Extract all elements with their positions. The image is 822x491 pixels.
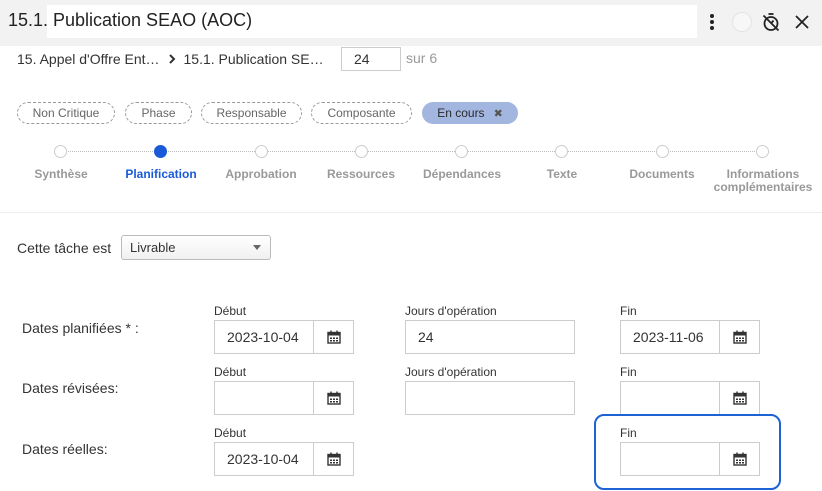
actual-dates-label: Dates réelles: (22, 441, 108, 457)
tab-dependances[interactable]: Dépendances (407, 168, 517, 181)
close-icon[interactable] (791, 11, 813, 33)
timer-off-icon[interactable] (760, 11, 782, 33)
breadcrumb-item-current[interactable]: 15.1. Publication SE… (184, 51, 324, 67)
step-dot-approbation[interactable] (255, 145, 268, 158)
page-number-input[interactable]: 24 (341, 47, 401, 71)
tab-texte[interactable]: Texte (507, 168, 617, 181)
planned-days-field[interactable]: 24 (405, 320, 575, 354)
tab-ressources[interactable]: Ressources (306, 168, 416, 181)
task-title-field[interactable]: Publication SEAO (AOC) (47, 5, 697, 38)
task-title: Publication SEAO (AOC) (53, 10, 253, 30)
chevron-right-icon (168, 54, 176, 64)
step-tabs: Synthèse Planification Approbation Resso… (0, 140, 822, 200)
revised-days-label: Jours d'opération (405, 365, 497, 379)
revised-start-field[interactable] (214, 381, 354, 415)
step-dot-ressources[interactable] (355, 145, 368, 158)
chip-en-cours[interactable]: En cours ✖ (422, 102, 518, 124)
planned-start-field[interactable]: 2023-10-04 (214, 320, 354, 354)
task-number: 15.1. (8, 10, 49, 30)
planned-start-label: Début (214, 304, 247, 318)
calendar-icon[interactable] (719, 321, 759, 353)
chip-non-critique[interactable]: Non Critique (17, 102, 115, 124)
planned-end-label: Fin (620, 304, 637, 318)
tab-approbation[interactable]: Approbation (206, 168, 316, 181)
calendar-icon[interactable] (313, 443, 353, 475)
step-dot-informations[interactable] (756, 145, 769, 158)
step-dot-planification[interactable] (154, 145, 167, 158)
focus-highlight (594, 414, 781, 490)
actual-start-value: 2023-10-04 (227, 451, 299, 467)
step-dot-synthese[interactable] (54, 145, 67, 158)
task-header: 15.1. Publication SEAO (AOC) (0, 0, 822, 46)
more-vertical-icon[interactable] (701, 11, 723, 33)
actual-start-label: Début (214, 426, 247, 440)
step-dot-texte[interactable] (555, 145, 568, 158)
section-divider (0, 212, 822, 213)
planned-days-value: 24 (418, 329, 434, 345)
revised-start-label: Début (214, 365, 247, 379)
breadcrumb: 15. Appel d'Offre Ent… 15.1. Publication… (17, 50, 324, 68)
tab-planification[interactable]: Planification (106, 168, 216, 181)
calendar-icon[interactable] (719, 382, 759, 414)
calendar-icon[interactable] (313, 321, 353, 353)
status-circle-icon[interactable] (731, 11, 753, 33)
chip-composante[interactable]: Composante (311, 102, 412, 124)
revised-dates-label: Dates révisées: (22, 380, 119, 396)
page-total: sur 6 (406, 50, 438, 66)
planned-end-field[interactable]: 2023-11-06 (620, 320, 760, 354)
dropdown-arrow-icon (253, 245, 261, 250)
step-dot-documents[interactable] (656, 145, 669, 158)
chip-phase[interactable]: Phase (125, 102, 192, 124)
breadcrumb-item-parent[interactable]: 15. Appel d'Offre Ent… (17, 51, 160, 67)
chip-responsable[interactable]: Responsable (201, 102, 302, 124)
planned-start-value: 2023-10-04 (227, 329, 299, 345)
actual-start-field[interactable]: 2023-10-04 (214, 442, 354, 476)
task-type-value: Livrable (130, 240, 176, 255)
step-dot-dependances[interactable] (455, 145, 468, 158)
planned-end-value: 2023-11-06 (633, 329, 704, 345)
planned-days-label: Jours d'opération (405, 304, 497, 318)
planned-dates-label: Dates planifiées * : (22, 320, 139, 336)
tab-documents[interactable]: Documents (607, 168, 717, 181)
task-type-select[interactable]: Livrable (121, 235, 271, 260)
tab-synthese[interactable]: Synthèse (6, 168, 116, 181)
calendar-icon[interactable] (313, 382, 353, 414)
tab-informations-complementaires[interactable]: Informations complémentaires (707, 168, 819, 194)
revised-end-label: Fin (620, 365, 637, 379)
close-x-icon[interactable]: ✖ (494, 107, 503, 120)
revised-days-field[interactable] (405, 381, 575, 415)
task-type-label: Cette tâche est (17, 240, 112, 256)
revised-end-field[interactable] (620, 381, 760, 415)
